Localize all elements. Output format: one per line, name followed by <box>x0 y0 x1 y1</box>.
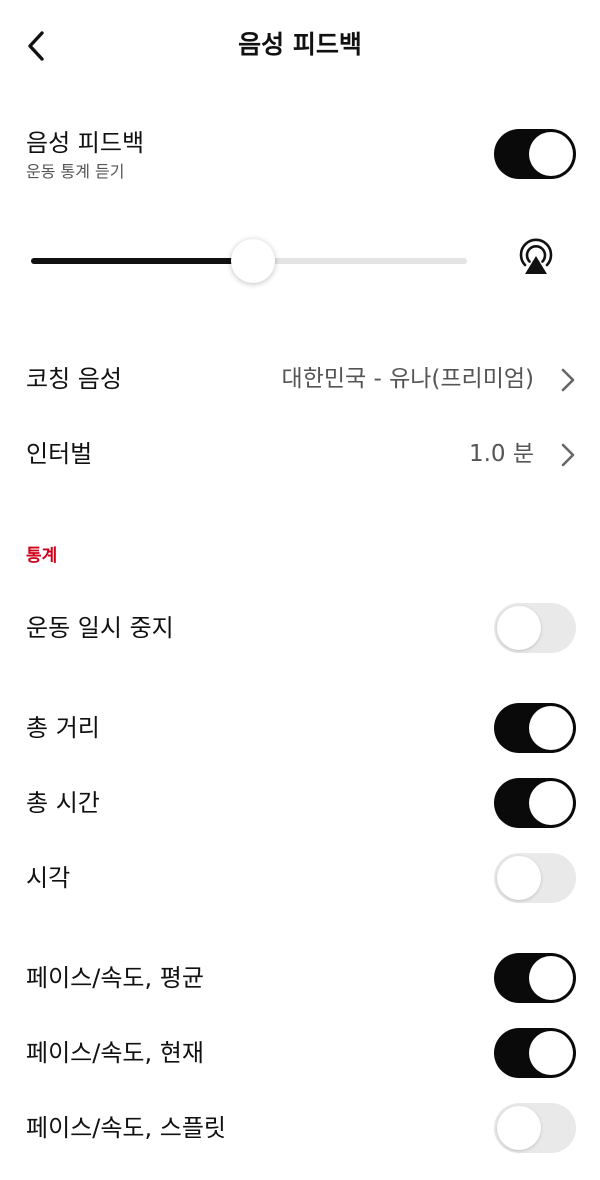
stat-row-total-time: 총 시간 <box>0 778 600 828</box>
stat-label: 총 시간 <box>26 789 100 817</box>
toggle-knob <box>529 956 573 1000</box>
voice-feedback-sublabel: 운동 통계 듣기 <box>26 162 125 181</box>
stats-section-title: 통계 <box>26 546 58 566</box>
coaching-voice-value: 대한민국 - 유나(프리미엄) <box>281 366 534 392</box>
stat-row-pace-split: 페이스/속도, 스플릿 <box>0 1103 600 1153</box>
stat-toggle-pace-split[interactable] <box>494 1103 576 1153</box>
volume-slider-fill <box>31 258 254 264</box>
toggle-knob <box>529 132 573 176</box>
toggle-knob <box>529 706 573 750</box>
stat-label: 페이스/속도, 평균 <box>26 964 204 992</box>
stat-label: 페이스/속도, 스플릿 <box>26 1114 226 1142</box>
interval-row[interactable]: 인터벌 1.0 분 <box>0 437 600 471</box>
toggle-knob <box>497 856 541 900</box>
stat-toggle-total-time[interactable] <box>494 778 576 828</box>
stat-label: 총 거리 <box>26 714 100 742</box>
stat-row-pace-current: 페이스/속도, 현재 <box>0 1028 600 1078</box>
stat-toggle-total-distance[interactable] <box>494 703 576 753</box>
toggle-knob <box>529 781 573 825</box>
interval-label: 인터벌 <box>26 440 93 468</box>
header-bar: 음성 피드백 <box>0 0 600 90</box>
coaching-voice-label: 코칭 음성 <box>26 365 122 393</box>
toggle-knob <box>497 1106 541 1150</box>
voice-feedback-row: 음성 피드백 운동 통계 듣기 <box>0 125 600 195</box>
volume-slider-thumb[interactable] <box>231 239 276 283</box>
toggle-knob <box>529 1031 573 1075</box>
stat-row-total-distance: 총 거리 <box>0 703 600 753</box>
stat-toggle-pause[interactable] <box>494 603 576 653</box>
stat-toggle-pace-average[interactable] <box>494 953 576 1003</box>
stat-label: 페이스/속도, 현재 <box>26 1039 204 1067</box>
voice-feedback-toggle[interactable] <box>494 129 576 179</box>
stat-toggle-clock-time[interactable] <box>494 853 576 903</box>
stat-row-pause: 운동 일시 중지 <box>0 603 600 653</box>
interval-value: 1.0 분 <box>468 441 534 467</box>
voice-feedback-label: 음성 피드백 <box>26 129 145 157</box>
page-title: 음성 피드백 <box>238 30 362 59</box>
chevron-right-icon <box>561 368 575 392</box>
coaching-voice-row[interactable]: 코칭 음성 대한민국 - 유나(프리미엄) <box>0 362 600 396</box>
stat-row-pace-average: 페이스/속도, 평균 <box>0 953 600 1003</box>
toggle-knob <box>497 606 541 650</box>
airplay-icon[interactable] <box>516 238 556 278</box>
chevron-right-icon <box>561 443 575 467</box>
stat-row-clock-time: 시각 <box>0 853 600 903</box>
stat-label: 운동 일시 중지 <box>26 614 174 642</box>
stat-toggle-pace-current[interactable] <box>494 1028 576 1078</box>
volume-slider[interactable] <box>31 239 467 283</box>
stat-label: 시각 <box>26 864 71 892</box>
